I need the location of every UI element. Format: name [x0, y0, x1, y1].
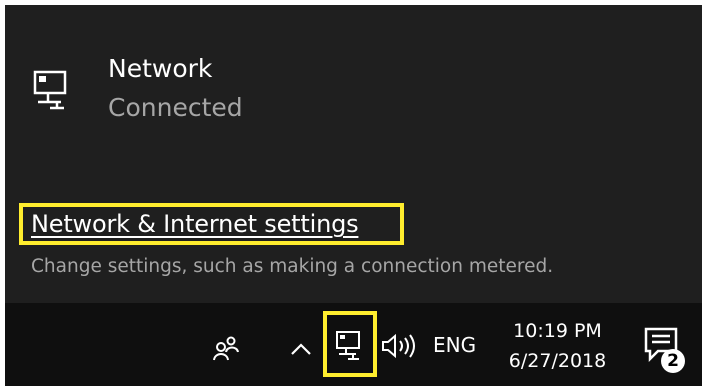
- notification-count-badge: 2: [661, 349, 685, 373]
- volume-icon[interactable]: [380, 332, 424, 360]
- ethernet-monitor-icon: [33, 70, 77, 114]
- clock-date[interactable]: 6/27/2018: [505, 349, 610, 373]
- clock-time[interactable]: 10:19 PM: [505, 319, 610, 343]
- chevron-up-icon[interactable]: [289, 339, 313, 359]
- taskbar: ENG 10:19 PM 6/27/2018 2: [5, 303, 702, 386]
- people-icon[interactable]: [212, 335, 240, 363]
- settings-description: Change settings, such as making a connec…: [31, 256, 554, 277]
- network-internet-settings-link[interactable]: Network & Internet settings: [31, 207, 359, 241]
- network-connection-item[interactable]: Network Connected: [27, 43, 347, 133]
- network-name: Network: [108, 54, 213, 83]
- network-flyout: Network Connected Network & Internet set…: [5, 5, 702, 303]
- network-status: Connected: [108, 93, 243, 122]
- language-indicator[interactable]: ENG: [433, 331, 476, 359]
- screenshot-frame: Network Connected Network & Internet set…: [5, 5, 702, 386]
- network-icon[interactable]: [335, 330, 367, 362]
